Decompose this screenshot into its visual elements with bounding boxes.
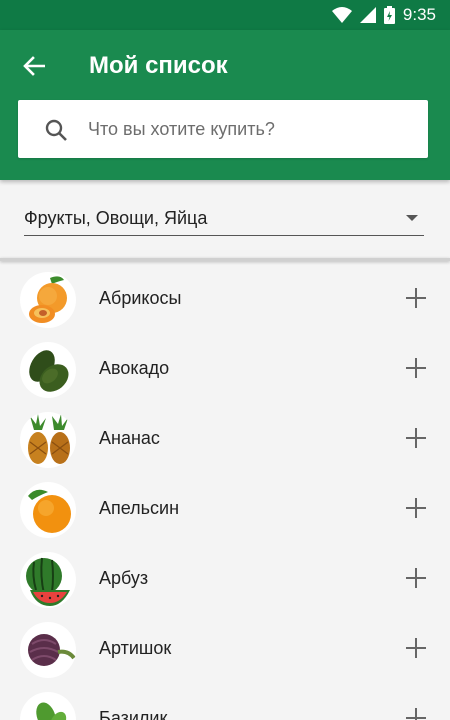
arrow-back-icon xyxy=(23,56,45,76)
basil-icon xyxy=(20,692,76,720)
list-item[interactable]: Арбуз xyxy=(0,544,450,614)
battery-icon xyxy=(383,6,395,24)
list-item[interactable]: Артишок xyxy=(0,614,450,684)
item-name: Абрикосы xyxy=(99,288,182,308)
item-name: Апельсин xyxy=(99,498,180,518)
status-bar: 9:35 xyxy=(0,0,450,30)
orange-icon xyxy=(20,482,76,538)
list-item[interactable]: Ананас xyxy=(0,404,450,474)
avocado-icon xyxy=(20,342,76,398)
dropdown-caret-icon xyxy=(406,215,418,221)
category-dropdown[interactable]: Фрукты, Овощи, Яйца xyxy=(24,200,424,236)
item-name: Авокадо xyxy=(99,358,170,378)
apricot-icon xyxy=(20,272,76,328)
search-icon xyxy=(45,119,67,141)
search-box[interactable] xyxy=(18,100,428,158)
add-icon[interactable] xyxy=(404,706,428,720)
back-button[interactable] xyxy=(18,50,50,82)
item-name: Базилик xyxy=(99,708,168,720)
status-time: 9:35 xyxy=(402,5,436,24)
pineapple-icon xyxy=(20,412,76,468)
category-selected: Фрукты, Овощи, Яйца xyxy=(24,208,208,228)
item-name: Ананас xyxy=(99,428,160,448)
list-item[interactable]: Авокадо xyxy=(0,334,450,404)
add-icon[interactable] xyxy=(404,566,428,590)
wifi-icon xyxy=(331,7,352,23)
artichoke-icon xyxy=(20,622,76,678)
watermelon-icon xyxy=(20,552,76,608)
list-item[interactable]: Базилик xyxy=(0,684,450,720)
item-name: Артишок xyxy=(99,638,172,658)
add-icon[interactable] xyxy=(404,426,428,450)
list-item[interactable]: Абрикосы xyxy=(0,264,450,334)
add-icon[interactable] xyxy=(404,636,428,660)
search-input[interactable] xyxy=(88,100,408,158)
add-icon[interactable] xyxy=(404,356,428,380)
product-list: Абрикосы Авокадо Ананас Апельсин Арбуз А… xyxy=(0,264,450,720)
divider xyxy=(0,258,450,261)
app-bar: Мой список xyxy=(0,30,450,180)
signal-icon xyxy=(359,7,376,23)
item-name: Арбуз xyxy=(99,568,149,588)
list-item[interactable]: Апельсин xyxy=(0,474,450,544)
add-icon[interactable] xyxy=(404,286,428,310)
add-icon[interactable] xyxy=(404,496,428,520)
page-title: Мой список xyxy=(89,52,228,79)
